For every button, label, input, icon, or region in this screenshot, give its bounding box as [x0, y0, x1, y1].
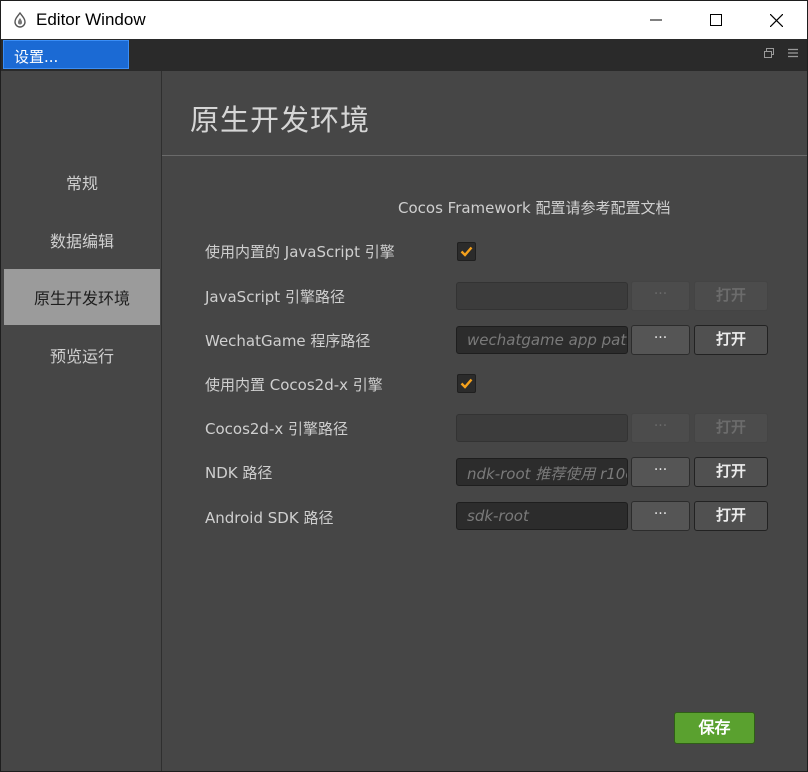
- js-engine-path-label: JavaScript 引擎路径: [205, 288, 345, 306]
- checkmark-icon: [460, 246, 473, 257]
- popout-window-icon[interactable]: [763, 47, 775, 59]
- page-title: 原生开发环境: [190, 103, 371, 137]
- window-title: Editor Window: [36, 10, 146, 29]
- wechatgame-path-label: WechatGame 程序路径: [205, 332, 371, 350]
- minimize-icon: [650, 19, 662, 21]
- android-sdk-open-button[interactable]: 打开: [694, 501, 768, 531]
- sidebar-item-general[interactable]: 常规: [4, 154, 160, 210]
- cocos2dx-path-label: Cocos2d-x 引擎路径: [205, 420, 349, 438]
- title-bar: Editor Window: [1, 1, 807, 39]
- settings-sidebar: 常规 数据编辑 原生开发环境 预览运行: [1, 71, 162, 771]
- android-sdk-path-input[interactable]: sdk-root: [456, 502, 628, 530]
- sidebar-item-data-editing[interactable]: 数据编辑: [4, 212, 160, 268]
- cocos2dx-browse-button[interactable]: ···: [631, 413, 690, 443]
- ndk-path-input[interactable]: ndk-root 推荐使用 r10e: [456, 458, 628, 486]
- ndk-browse-button[interactable]: ···: [631, 457, 690, 487]
- builtin-js-engine-checkbox[interactable]: [457, 242, 476, 261]
- js-engine-open-button[interactable]: 打开: [694, 281, 768, 311]
- checkmark-icon: [460, 378, 473, 389]
- js-engine-browse-button[interactable]: ···: [631, 281, 690, 311]
- framework-doc-hint: Cocos Framework 配置请参考配置文档: [398, 199, 671, 217]
- tab-settings[interactable]: 设置...: [3, 40, 129, 69]
- tab-bar-tools: [763, 47, 799, 59]
- builtin-cocos2dx-checkbox[interactable]: [457, 374, 476, 393]
- builtin-js-engine-label: 使用内置的 JavaScript 引擎: [205, 243, 395, 261]
- sidebar-item-preview-run[interactable]: 预览运行: [4, 327, 160, 383]
- sidebar-item-native-environment[interactable]: 原生开发环境: [4, 269, 160, 325]
- android-sdk-browse-button[interactable]: ···: [631, 501, 690, 531]
- builtin-cocos2dx-label: 使用内置 Cocos2d-x 引擎: [205, 376, 383, 394]
- cocos2dx-path-input[interactable]: [456, 414, 628, 442]
- maximize-button[interactable]: [693, 1, 739, 39]
- editor-window: Editor Window 设置... 常规 数据编辑 原生开发环境 预览运行 …: [0, 0, 808, 772]
- save-button[interactable]: 保存: [674, 712, 755, 744]
- panel-tab-bar: 设置...: [1, 39, 807, 72]
- title-divider: [162, 155, 807, 156]
- app-logo-icon: [14, 12, 26, 28]
- wechatgame-path-input[interactable]: wechatgame app path: [456, 326, 628, 354]
- wechatgame-browse-button[interactable]: ···: [631, 325, 690, 355]
- ndk-open-button[interactable]: 打开: [694, 457, 768, 487]
- settings-content: 原生开发环境 Cocos Framework 配置请参考配置文档 使用内置的 J…: [162, 71, 807, 771]
- close-icon: [769, 13, 783, 27]
- close-window-button[interactable]: [753, 1, 799, 39]
- menu-icon[interactable]: [787, 47, 799, 59]
- js-engine-path-input[interactable]: [456, 282, 628, 310]
- android-sdk-path-label: Android SDK 路径: [205, 509, 334, 527]
- wechatgame-open-button[interactable]: 打开: [694, 325, 768, 355]
- ndk-path-label: NDK 路径: [205, 464, 273, 482]
- cocos2dx-open-button[interactable]: 打开: [694, 413, 768, 443]
- maximize-icon: [710, 14, 722, 26]
- minimize-button[interactable]: [633, 1, 679, 39]
